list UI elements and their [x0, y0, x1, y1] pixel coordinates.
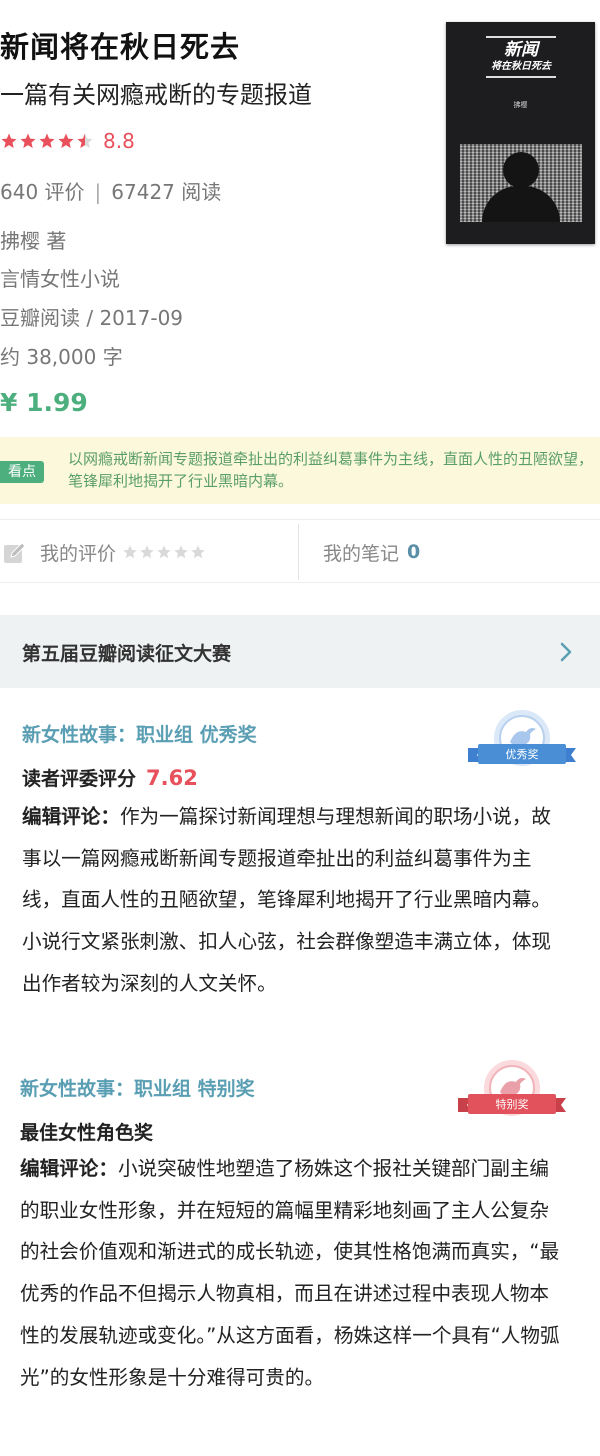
my-notes-count: 0	[407, 541, 421, 563]
judge-score-row: 读者评委评分 7.62	[22, 764, 198, 791]
highlight-banner: 看点 以网瘾戒断新闻专题报道牵扯出的利益纠葛事件为主线，直面人性的丑陋欲望，笔锋…	[0, 437, 600, 504]
award-name: 新女性故事：职业组 特别奖	[20, 1078, 255, 1100]
award-badge: 特别奖	[456, 1058, 568, 1130]
my-notes-button[interactable]: 我的笔记 0	[323, 520, 420, 584]
half-star-icon	[76, 132, 94, 150]
ribbon-badge-icon: 优秀奖	[468, 710, 576, 766]
award-badge-label: 特别奖	[496, 1097, 529, 1111]
cover-tv-static-image	[460, 144, 582, 222]
author[interactable]: 拂樱 著	[0, 225, 66, 254]
award-category: 最佳女性角色奖	[20, 1122, 154, 1144]
publisher-date: 豆瓣阅读 / 2017-09	[0, 306, 184, 330]
category[interactable]: 言情女性小说	[0, 263, 120, 292]
my-notes-label: 我的笔记	[323, 542, 400, 565]
award-card-1: 新女性故事：职业组 优秀奖 优秀奖 读者评委评分 7.62 编辑评论：作为一篇探讨…	[0, 700, 600, 1050]
my-review-button[interactable]: 我的评价	[0, 520, 298, 584]
star-icon	[0, 132, 18, 150]
empty-star-icon[interactable]	[190, 544, 206, 560]
empty-star-icon[interactable]	[139, 544, 155, 560]
award-card-2: 新女性故事：职业组 特别奖 特别奖 最佳女性角色奖 编辑评论：小说突破性地塑造了…	[0, 1060, 600, 1456]
editor-comment-label: 编辑评论：	[22, 805, 120, 828]
rating-value: 8.8	[103, 129, 135, 153]
my-actions-row: 我的评价 我的笔记 0	[0, 519, 600, 583]
price[interactable]: ¥ 1.99	[0, 388, 88, 417]
highlight-tag: 看点	[0, 461, 44, 483]
editor-comment-text: 小说突破性地塑造了杨姝这个报社关键部门副主编的职业女性形象，并在短短的篇幅里精彩…	[20, 1157, 560, 1389]
book-header: 新闻将在秋日死去 一篇有关网瘾戒断的专题报道 8.8 640 评价 | 67427 …	[0, 0, 600, 432]
award-badge-label: 优秀奖	[506, 747, 539, 761]
cover-title-line1: 新闻	[504, 40, 538, 60]
judge-score-value: 7.62	[146, 766, 198, 790]
stats-separator: |	[94, 180, 102, 204]
editor-comment: 编辑评论：作为一篇探讨新闻理想与理想新闻的职场小说，故事以一篇网瘾戒断新闻专题报…	[22, 796, 570, 1005]
star-icon	[19, 132, 37, 150]
chevron-right-icon	[560, 642, 572, 662]
stats-line: 640 评价 | 67427 阅读	[0, 176, 221, 205]
judge-score-label: 读者评委评分	[22, 768, 137, 790]
read-count: 67427 阅读	[111, 180, 222, 204]
cover-title-line2: 将在秋日死去	[491, 61, 551, 72]
editor-comment-text: 作为一篇探讨新闻理想与理想新闻的职场小说，故事以一篇网瘾戒断新闻专题报道牵扯出的…	[22, 805, 552, 995]
empty-star-icon[interactable]	[173, 544, 189, 560]
award-badge: 优秀奖	[466, 706, 578, 778]
cover-author: 拂樱	[513, 101, 528, 109]
contest-link[interactable]: 第五届豆瓣阅读征文大赛	[0, 615, 600, 688]
empty-star-icon[interactable]	[156, 544, 172, 560]
empty-star-icon[interactable]	[122, 544, 138, 560]
book-cover[interactable]: 新闻 将在秋日死去 拂樱	[446, 22, 595, 244]
word-count: 约 38,000 字	[0, 345, 123, 369]
cover-shoulders-silhouette	[482, 186, 560, 222]
cover-head-silhouette	[503, 152, 539, 188]
my-rating-stars[interactable]	[122, 544, 207, 560]
award-name: 新女性故事：职业组 优秀奖	[22, 724, 257, 746]
star-icon	[57, 132, 75, 150]
review-count[interactable]: 640 评价	[0, 180, 85, 204]
ribbon-badge-icon: 特别奖	[458, 1060, 566, 1116]
rating-stars	[0, 132, 95, 150]
book-subtitle: 一篇有关网瘾戒断的专题报道	[0, 81, 312, 109]
book-title: 新闻将在秋日死去	[0, 30, 241, 64]
cover-title-box: 新闻 将在秋日死去	[486, 36, 556, 78]
editor-comment: 编辑评论：小说突破性地塑造了杨姝这个报社关键部门副主编的职业女性形象，并在短短的…	[20, 1148, 560, 1398]
my-review-label: 我的评价	[40, 542, 117, 565]
rating-row: 8.8	[0, 127, 135, 155]
review-edit-icon	[4, 542, 26, 563]
star-icon	[38, 132, 56, 150]
editor-comment-label: 编辑评论：	[20, 1157, 118, 1180]
contest-title: 第五届豆瓣阅读征文大赛	[22, 643, 232, 665]
actions-divider	[298, 524, 299, 580]
highlight-text: 以网瘾戒断新闻专题报道牵扯出的利益纠葛事件为主线，直面人性的丑陋欲望，笔锋犀利地…	[68, 450, 594, 490]
